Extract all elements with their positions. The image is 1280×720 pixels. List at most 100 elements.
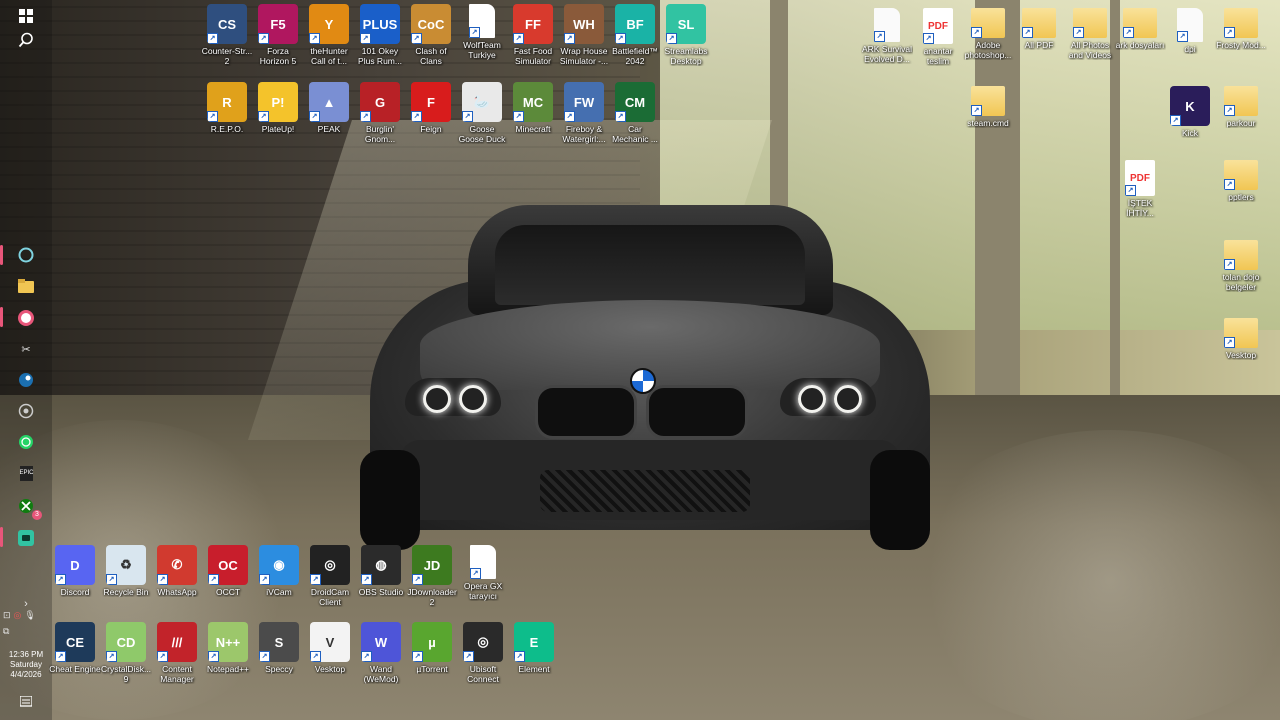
desktop-icon-file[interactable]: ↗ ARK Survival Evolved D... [861, 8, 913, 64]
desktop-icon-feign[interactable]: F ↗ Feign [405, 82, 457, 134]
desktop-icon-file[interactable]: ↗ WolfTeam Turkiye [456, 4, 508, 60]
desktop-icon-vesktop[interactable]: V ↗ Vesktop [304, 622, 356, 674]
shortcut-arrow-icon: ↗ [1073, 27, 1084, 38]
desktop-icon-peak[interactable]: ▲ ↗ PEAK [303, 82, 355, 134]
shortcut-arrow-icon: ↗ [971, 105, 982, 116]
jdownloader-icon: JD ↗ [412, 545, 452, 585]
desktop-icon-cheatengine[interactable]: CE ↗ Cheat Engine [49, 622, 101, 674]
desktop-icon-fireboy[interactable]: FW ↗ Fireboy & Watergirl:... [558, 82, 610, 144]
desktop-icon-recycle-bin[interactable]: ♻ ↗ Recycle Bin [100, 545, 152, 597]
desktop-icon-file[interactable]: ↗ dpi [1164, 8, 1216, 54]
taskbar-epic[interactable]: EPIC [14, 461, 38, 485]
desktop-icon-contentmanager[interactable]: ///↗ Content Manager [151, 622, 203, 684]
taskbar-xbox[interactable]: 3 [14, 494, 42, 520]
start-button[interactable] [14, 4, 38, 28]
desktop-icon-wraphouse[interactable]: WH ↗ Wrap House Simulator -... [558, 4, 610, 66]
taskbar-app-4[interactable]: ✂ [14, 337, 38, 361]
shortcut-arrow-icon: ↗ [564, 111, 575, 122]
taskbar-discord[interactable] [14, 306, 38, 330]
shortcut-arrow-icon: ↗ [207, 33, 218, 44]
desktop-icon-label: Element [518, 664, 550, 674]
streamlabs-icon [18, 530, 34, 546]
desktop-icon-wand[interactable]: W ↗ Wand (WeMod) [355, 622, 407, 684]
clock[interactable]: 12:36 PM Saturday 4/4/2026 [0, 650, 52, 680]
desktop-icon-battlefield[interactable]: BF ↗ Battlefield™ 2042 [609, 4, 661, 66]
taskbar-file-explorer[interactable] [14, 274, 38, 298]
desktop-icon-folder[interactable]: ↗ steam.cmd [962, 86, 1014, 128]
burglin-icon: G ↗ [360, 82, 400, 122]
taskbar-streamlabs[interactable] [14, 526, 38, 550]
desktop-icon-kick[interactable]: K ↗ Kick [1164, 86, 1216, 138]
desktop-icon-folder[interactable]: ↗ Frosty Mod... [1215, 8, 1267, 50]
tray-device-icon[interactable]: ⧉ [3, 626, 9, 637]
desktop-icon-plateup[interactable]: P! ↗ PlateUp! [252, 82, 304, 134]
desktop-icon-folder[interactable]: ↗ pptlers [1215, 160, 1267, 202]
shortcut-arrow-icon: ↗ [1224, 259, 1235, 270]
desktop-icon-droidcam[interactable]: ◎ ↗ DroidCam Client [304, 545, 356, 607]
fastfood-icon: FF ↗ [513, 4, 553, 44]
desktop-icon-folder[interactable]: ↗ parkour [1215, 86, 1267, 128]
desktop-icon-minecraft[interactable]: MC ↗ Minecraft [507, 82, 559, 134]
desktop-icon-label: WolfTeam Turkiye [463, 40, 501, 60]
shortcut-arrow-icon: ↗ [971, 27, 982, 38]
desktop-icon-jdownloader[interactable]: JD ↗ JDownloader 2 [406, 545, 458, 607]
recording-icon[interactable]: ◎ [14, 610, 22, 621]
desktop-icon-folder[interactable]: ↗ All Photos and Videos [1064, 8, 1116, 60]
desktop-icon-label: anantar teslim [923, 46, 953, 66]
desktop-icon-folder[interactable]: ↗ ark dosyaları [1114, 8, 1166, 50]
taskbar-whatsapp[interactable] [14, 430, 38, 454]
desktop-icon-discord[interactable]: D ↗ Discord [49, 545, 101, 597]
desktop-icon-okey[interactable]: PLUS ↗ 101 Okey Plus Rum... [354, 4, 406, 66]
chevron-right-icon: › [24, 598, 28, 610]
taskbar-app-6[interactable] [14, 399, 38, 423]
desktop-icon-label: All Photos and Videos [1068, 40, 1112, 60]
desktop-icon-folder[interactable]: ↗ Vesktop [1215, 318, 1267, 360]
shortcut-arrow-icon: ↗ [874, 31, 885, 42]
desktop-icon-obs[interactable]: ◍ ↗ OBS Studio [355, 545, 407, 597]
desktop-icon-repo[interactable]: R ↗ R.E.P.O. [201, 82, 253, 134]
desktop-icon-occt[interactable]: OC ↗ OCCT [202, 545, 254, 597]
desktop-icon-element[interactable]: E ↗ Element [508, 622, 560, 674]
notifications-button[interactable] [14, 690, 38, 714]
desktop-icon-folder[interactable]: ↗ Adobe photoshop... [962, 8, 1014, 60]
microphone-icon[interactable]: 🎙 [24, 610, 35, 621]
search-button[interactable] [14, 28, 38, 52]
desktop-icon-pdf[interactable]: PDF ↗ anantar teslim [912, 8, 964, 66]
desktop-icon-notepadpp[interactable]: N++ ↗ Notepad++ [202, 622, 254, 674]
windows-icon [19, 9, 33, 23]
desktop-icon-label: Opera GX tarayıcı [463, 581, 503, 601]
desktop-icon-streamlabs[interactable]: SL ↗ Streamlabs Desktop [660, 4, 712, 66]
desktop-icon-coc[interactable]: CoC ↗ Clash of Clans [405, 4, 457, 66]
desktop-icon-folder[interactable]: ↗ All PDF [1013, 8, 1065, 50]
wallpaper-car-windshield [495, 225, 805, 305]
desktop-icon-forza[interactable]: F5 ↗ Forza Horizon 5 [252, 4, 304, 66]
desktop-icon-whatsapp[interactable]: ✆ ↗ WhatsApp [151, 545, 203, 597]
network-icon[interactable]: ⊡ [3, 610, 11, 621]
shortcut-arrow-icon: ↗ [207, 111, 218, 122]
minecraft-icon: MC ↗ [513, 82, 553, 122]
wallpaper-car-headlight [405, 378, 501, 416]
desktop-icon-burglin[interactable]: G ↗ Burglin' Gnom... [354, 82, 406, 144]
desktop-icon-fastfood[interactable]: FF ↗ Fast Food Simulator [507, 4, 559, 66]
desktop-icon-folder[interactable]: ↗ tolan dojo belgeler [1215, 240, 1267, 292]
desktop-icon-label: parkour [1226, 118, 1256, 128]
desktop-icon-speccy[interactable]: S ↗ Speccy [253, 622, 305, 674]
shortcut-arrow-icon: ↗ [106, 651, 117, 662]
desktop-icon-carmechanic[interactable]: CM ↗ Car Mechanic ... [609, 82, 661, 144]
plateup-icon: P! ↗ [258, 82, 298, 122]
desktop-icon-file[interactable]: ↗ Opera GX tarayıcı [457, 545, 509, 601]
desktop-icon-label: Wrap House Simulator -... [559, 46, 609, 66]
desktop-icon-ubisoft[interactable]: ◎ ↗ Ubisoft Connect [457, 622, 509, 684]
taskbar-app-1[interactable] [14, 243, 38, 267]
desktop-icon-utorrent[interactable]: µ ↗ µTorrent [406, 622, 458, 674]
desktop-icon-crystaldisk[interactable]: CD ↗ CrystalDisk... 9 [100, 622, 152, 684]
folder-icon: ↗ [1224, 240, 1258, 270]
taskbar-steam[interactable] [14, 368, 38, 392]
crystaldisk-icon: CD ↗ [106, 622, 146, 662]
desktop-icon-cs2[interactable]: CS ↗ Counter-Str... 2 [201, 4, 253, 66]
desktop-icon-thehunter[interactable]: Y ↗ theHunter Call of t... [303, 4, 355, 66]
desktop-icon-goose[interactable]: 🦢 ↗ Goose Goose Duck [456, 82, 508, 144]
desktop-icon-pdf[interactable]: PDF ↗ İŞTEK İHTİY... [1114, 160, 1166, 218]
desktop-icon-label: Feign [420, 124, 442, 134]
desktop-icon-ivcam[interactable]: ◉ ↗ iVCam [253, 545, 305, 597]
